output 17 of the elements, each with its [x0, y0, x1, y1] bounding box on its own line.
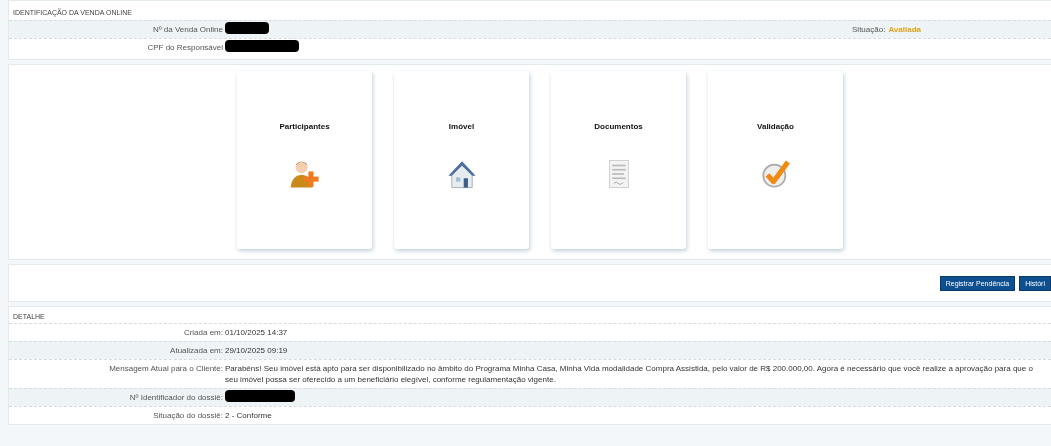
field-label: Criada em:	[182, 327, 224, 338]
status-label: Situação:	[852, 24, 886, 35]
menu-card[interactable]: Imóvel	[394, 71, 529, 249]
field-value: Parabéns! Seu imóvel está apto para ser disponibilizado no âmbito do Programa Minha Casa, Minha Vida modalidade Compra Assistida, pelo valor de R$ 200.000,00. Agora é necessário que você realize a aprovação para que o seu imóvel possa ser oferecido a um beneficiário elegível, conforme regulamentação vigente.	[225, 363, 1034, 385]
menu-card[interactable]: Validação	[708, 71, 843, 249]
field-label: CPF do Responsável	[146, 42, 224, 53]
menu-card[interactable]: Documentos	[551, 71, 686, 249]
field-value: 01/10/2025 14:37	[225, 327, 289, 338]
field-label: Mensagem Atual para o Cliente:	[108, 363, 224, 374]
field-value: 29/10/2025 09:19	[225, 345, 289, 356]
menu-card[interactable]: Participantes	[237, 71, 372, 249]
field-label: Situação do dossiê:	[152, 410, 224, 421]
field-label: Nº da Venda Online	[151, 24, 224, 35]
field-label: Atualizada em:	[169, 345, 224, 356]
field-label: Nº Identificador do dossiê:	[128, 392, 224, 403]
field-value: 2 - Conforme	[225, 410, 273, 421]
status-value: Avaliada	[888, 24, 921, 35]
